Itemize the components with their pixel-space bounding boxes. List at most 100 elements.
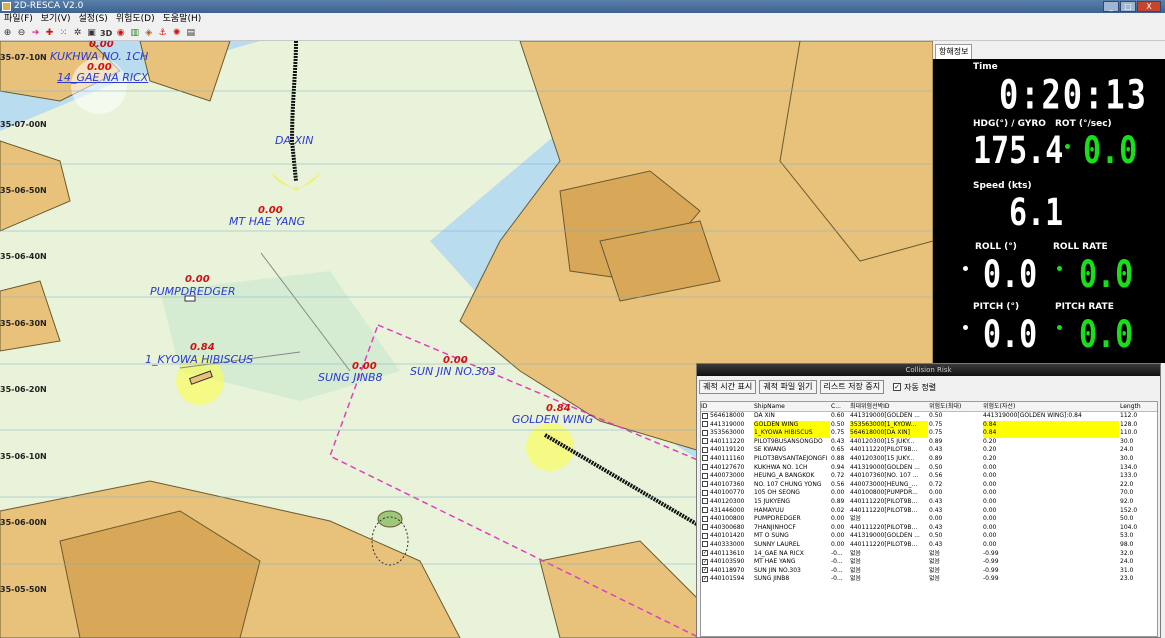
row-id: 353563000 [710,429,745,437]
row-checkbox[interactable]: ✓ [702,550,708,556]
tab-nav-info[interactable]: 항해정보 [935,44,973,59]
alert-icon[interactable]: ✺ [171,28,182,39]
zoom-in-icon[interactable]: ⊕ [2,28,13,39]
row-checkbox[interactable] [702,421,708,428]
table-row[interactable]: 440333000 SUNNY LAUREL 0.00 440111220[PILOT… [701,541,1157,550]
column-header[interactable]: 최대위험선박ID [850,402,928,411]
column-header[interactable]: ShipName [754,402,830,411]
table-row[interactable]: 353563000 1_KYOWA HIBISCUS 0.75 564618000[D… [701,429,1157,438]
row-checkbox[interactable] [702,507,708,514]
ship-label[interactable]: MT HAE YANG [229,215,305,228]
anchor-icon[interactable]: ⚓ [157,28,168,39]
row-checkbox[interactable] [702,446,708,453]
pitch-value: 0.0 [983,313,1038,357]
table-row[interactable]: ✓ 440101594 SUNG JINB8 -0... 없음 없음 -0.99 23.0 [701,575,1157,584]
ship-label[interactable]: PUMPDREDGER [150,285,235,298]
row-checkbox[interactable] [702,464,708,471]
lat-label: 35-07-00N [0,120,47,129]
table-cell: 133.0 [1120,472,1138,480]
marker-icon[interactable]: ✚ [44,28,55,39]
table-row[interactable]: 564618000 DA XIN 0.60 441319000[GOLDEN ... 0… [701,412,1157,421]
zoom-out-icon[interactable]: ⊖ [16,28,27,39]
table-cell: 0.50 [929,463,943,471]
table-row[interactable]: 440107360 NO. 107 CHUNG YONG 0.56 440073000… [701,481,1157,490]
read-track-file-button[interactable]: 궤적 파일 읽기 [759,380,817,394]
gear-icon[interactable]: ✲ [72,28,83,39]
column-header[interactable]: 위험도(자선) [983,402,1119,411]
close-button[interactable]: X [1137,1,1161,12]
show-track-time-button[interactable]: 궤적 시간 표시 [699,380,757,394]
table-cell: 0.02 [831,506,845,514]
stop-saving-list-button[interactable]: 리스트 저장 중지 [819,380,885,394]
maximize-button[interactable]: □ [1120,1,1136,12]
row-checkbox[interactable]: ✓ [702,567,708,574]
table-cell: 0.72 [929,480,943,488]
column-header[interactable]: ID [701,402,753,411]
table-row[interactable]: 440127670 KUKHWA NO. 1CH 0.94 441319000[GOL… [701,464,1157,473]
ship-label[interactable]: 1_KYOWA HIBISCUS [145,353,253,366]
table-cell: 564618000[DA XIN] [850,429,928,438]
row-checkbox[interactable] [702,515,708,522]
table-cell: 23.0 [1120,575,1134,583]
menu-risk[interactable]: 위험도(D) [112,13,159,26]
ship-label[interactable]: SUN JIN NO.303 [410,365,496,378]
row-checkbox[interactable]: ✓ [702,558,708,565]
row-checkbox[interactable] [702,532,708,539]
ship-label[interactable]: DA XIN [275,134,314,147]
column-header[interactable]: C... [831,402,849,411]
table-row[interactable]: 441319000 GOLDEN WING 0.50 353563000[1_KYOW… [701,420,1157,430]
table-cell: 0.43 [831,437,845,445]
route-icon[interactable]: ◈ [143,28,154,39]
chart-icon[interactable]: ▥ [129,28,140,39]
table-row[interactable]: ✓ 440103590 MT HAE YANG -0... 없음 없음 -0.99 24.0 [701,558,1157,567]
3d-button[interactable]: 3D [100,28,112,39]
row-checkbox[interactable] [702,481,708,488]
arrow-right-icon[interactable]: ➔ [30,28,41,39]
menu-settings[interactable]: 설정(S) [75,13,112,26]
table-row[interactable]: 440119120 SE KWANG 0.65 440111220[PILOT9B..… [701,446,1157,455]
table-row[interactable]: 440073000 HEUNG_A BANGKOK 0.72 440107360[NO… [701,472,1157,481]
auto-sort-checkbox[interactable]: ✓ 자동 정렬 [893,382,936,393]
row-checkbox[interactable] [702,455,708,462]
ship-label[interactable]: 14_GAE NA RICX [57,71,148,84]
table-row[interactable]: ✓ 440113610 14_GAE NA RICX -0... 없음 없음 -0.99 32… [701,550,1157,559]
column-header[interactable]: 위험도(최대) [929,402,982,411]
row-checkbox[interactable] [702,412,708,419]
row-id-cell: 431446000 [701,507,753,516]
ship-label[interactable]: SUNG JINB8 [318,371,383,384]
table-row[interactable]: 440111160 PILOT3BVSANTAEJONGFI 0.88 4401203… [701,455,1157,464]
column-header[interactable]: Length [1120,402,1157,411]
row-checkbox[interactable] [702,472,708,479]
row-id-cell: 440127670 [701,464,753,473]
time-value: 0:20:13 [999,71,1148,119]
list-icon[interactable]: ▤ [185,28,196,39]
menu-file[interactable]: 파일(F) [0,13,37,26]
table-row[interactable]: 440101420 MT O SUNG 0.00 441319000[GOLDEN .… [701,532,1157,541]
hdg-label: HDG(°) / GYRO [973,119,1046,129]
table-row[interactable]: 440100800 PUMPDREDGER 0.00 없음 0.00 0.00 50.0 [701,515,1157,524]
dotted-grid-icon[interactable]: ⁙ [58,28,69,39]
table-row[interactable]: 440100770 105 OH SEONG 0.00 440100800[PUMPD… [701,489,1157,498]
table-row[interactable]: 431446000 HAMAYUU 0.02 440111220[PILOT9B...… [701,507,1157,516]
row-checkbox[interactable] [702,524,708,531]
table-row[interactable]: 440300680 7HANJINHOCF 0.00 440111220[PILOT9… [701,524,1157,533]
menu-view[interactable]: 보기(V) [37,13,75,26]
row-checkbox[interactable] [702,489,708,496]
table-cell: 없음 [929,549,941,557]
menu-help[interactable]: 도움말(H) [159,13,206,26]
row-checkbox[interactable] [702,498,708,505]
ship-label[interactable]: GOLDEN WING [512,413,593,426]
screen-icon[interactable]: ▣ [86,28,97,39]
table-row[interactable]: 440120300 15 JUKYENG 0.89 440111220[PILOT9B… [701,498,1157,507]
table-cell: 0.00 [929,489,943,497]
record-icon[interactable]: ◉ [115,28,126,39]
minimize-button[interactable]: _ [1103,1,1119,12]
risk-table[interactable]: ID ShipName C... 최대위험선박ID 위험도(최대) 위험도(자선) Leng… [700,401,1158,637]
row-checkbox[interactable]: ✓ [702,575,708,582]
table-row[interactable]: ✓ 440118970 SUN JIN NO.303 -0... 없음 없음 -0.99 31… [701,567,1157,576]
table-row[interactable]: 440111220 PILOT9BUSANSONGDO 0.43 440120300[… [701,438,1157,447]
row-checkbox[interactable] [702,438,708,445]
row-checkbox[interactable] [702,429,708,436]
table-cell: 440120300[15 JUKY... [850,437,915,445]
row-checkbox[interactable] [702,541,708,548]
